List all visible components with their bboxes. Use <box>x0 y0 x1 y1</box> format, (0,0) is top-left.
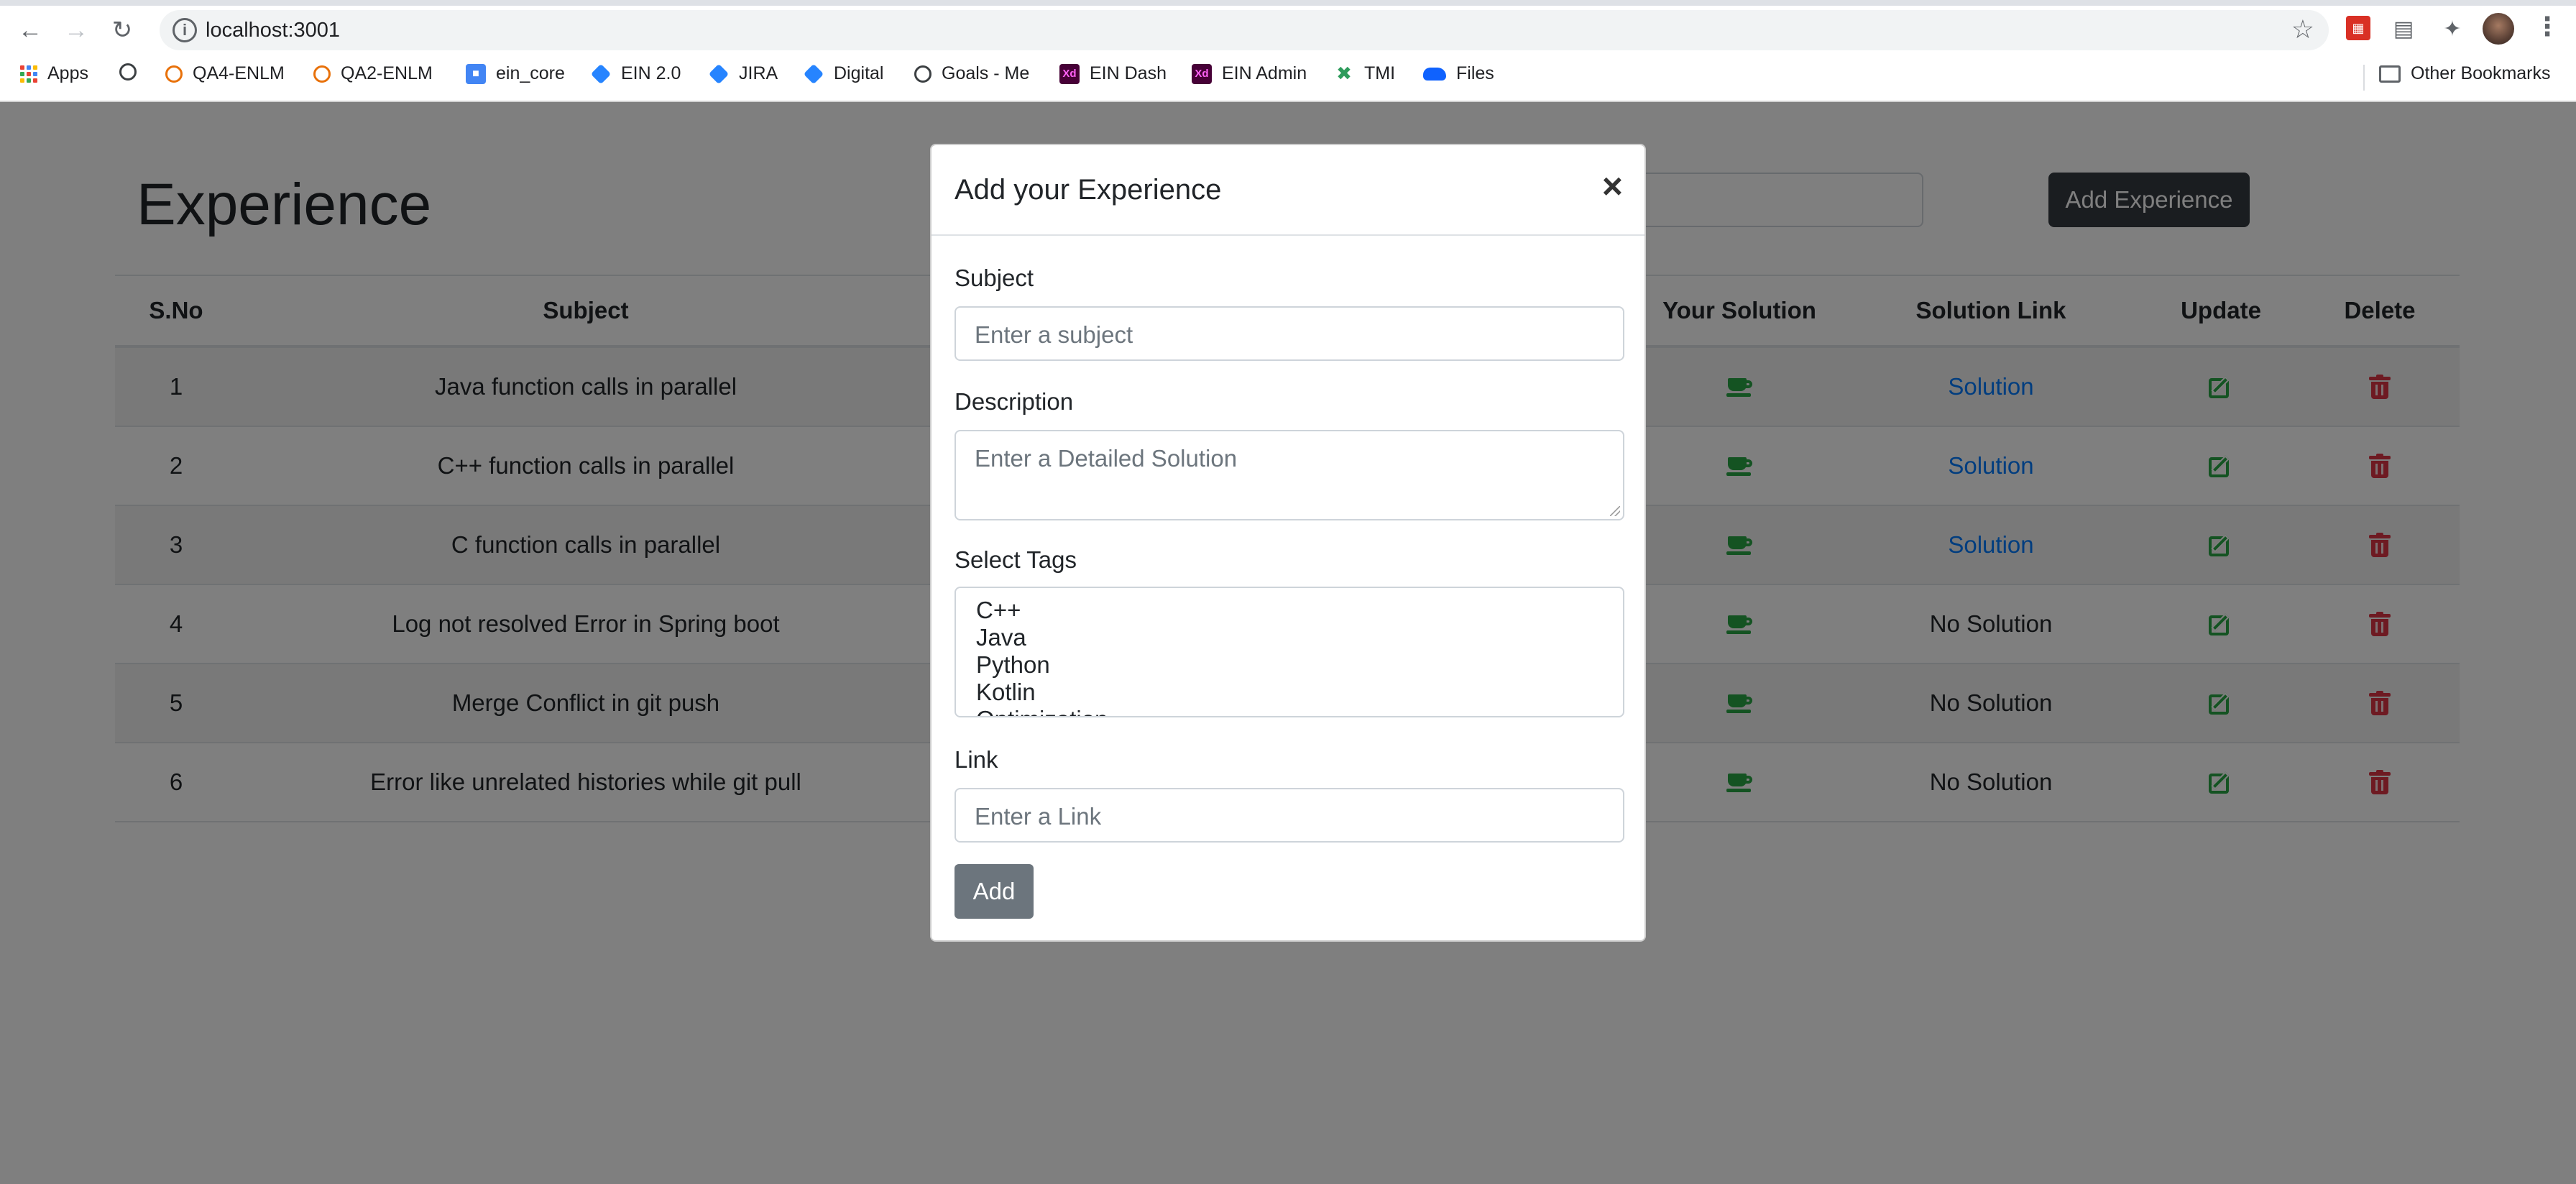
bookmark-apps[interactable]: Apps <box>20 63 88 84</box>
bookmark-label: Goals - Me <box>942 63 1030 83</box>
bookmark-label: QA4-ENLM <box>193 63 285 83</box>
bookmark-jira[interactable]: JIRA <box>708 63 778 84</box>
bookmark-ein2[interactable]: EIN 2.0 <box>590 63 681 84</box>
subject-placeholder: Enter a subject <box>975 321 1133 348</box>
cloud-icon <box>1423 67 1446 81</box>
bookmark-qa2[interactable]: QA2-ENLM <box>313 63 433 84</box>
xd-icon: Xd <box>1192 63 1212 84</box>
folder-icon <box>2379 65 2401 83</box>
link-input[interactable]: Enter a Link <box>954 788 1624 843</box>
globe-icon <box>119 63 137 81</box>
tag-option[interactable]: Python <box>976 651 1050 679</box>
bookmark-files[interactable]: Files <box>1423 63 1494 84</box>
bookmarks-divider <box>2363 65 2365 91</box>
add-button[interactable]: Add <box>954 864 1034 919</box>
bookmark-ein-core[interactable]: ■ ein_core <box>466 63 565 84</box>
browser-menu-icon[interactable]: ⋮ <box>2534 12 2560 42</box>
description-textarea[interactable]: Enter a Detailed Solution <box>954 430 1624 520</box>
site-info-icon[interactable]: i <box>172 18 197 42</box>
description-label: Description <box>954 388 1074 415</box>
page-content: Experience Add Experience S.No Subject Y… <box>0 102 2576 1184</box>
other-bookmarks[interactable]: Other Bookmarks <box>2379 63 2551 84</box>
extension-doc-icon[interactable]: ▤ <box>2389 14 2418 43</box>
globe-icon <box>914 65 932 83</box>
url-text: localhost:3001 <box>206 19 341 42</box>
bookmark-label: EIN Dash <box>1090 63 1167 83</box>
bookmark-label: Digital <box>834 63 884 83</box>
jira-icon <box>708 63 730 84</box>
tag-option[interactable]: Java <box>976 624 1026 651</box>
tags-label: Select Tags <box>954 546 1077 573</box>
jira-icon <box>803 63 824 84</box>
close-icon[interactable]: × <box>1602 168 1623 204</box>
tag-option[interactable]: C++ <box>976 597 1021 624</box>
tag-option[interactable]: Kotlin <box>976 679 1036 706</box>
jira-icon <box>590 63 612 84</box>
link-label: Link <box>954 746 998 773</box>
tags-multiselect[interactable]: C++ Java Python Kotlin Optimization <box>954 587 1624 717</box>
bookmark-star-icon[interactable]: ☆ <box>2291 14 2314 45</box>
profile-avatar[interactable] <box>2483 13 2514 45</box>
description-placeholder: Enter a Detailed Solution <box>975 445 1238 472</box>
address-bar[interactable]: i localhost:3001 ☆ <box>160 10 2329 50</box>
subject-input[interactable]: Enter a subject <box>954 306 1624 361</box>
extension-red-icon[interactable]: ▦ <box>2346 16 2370 40</box>
tab-strip <box>0 0 2576 6</box>
bookmark-label: Files <box>1456 63 1494 83</box>
reload-icon[interactable]: ↻ <box>105 13 139 47</box>
back-icon[interactable]: ← <box>13 13 47 47</box>
bookmark-label: EIN 2.0 <box>621 63 681 83</box>
modal-header: Add your Experience × <box>932 145 1644 236</box>
bookmark-label: QA2-ENLM <box>341 63 433 83</box>
xd-icon: Xd <box>1059 63 1080 84</box>
extensions-puzzle-icon[interactable]: ✦ <box>2438 14 2467 43</box>
bookmark-goals[interactable]: Goals - Me <box>914 63 1029 84</box>
modal-title: Add your Experience <box>954 174 1222 206</box>
ring-icon <box>313 65 331 83</box>
ring-icon <box>165 65 183 83</box>
bookmark-ein-admin[interactable]: Xd EIN Admin <box>1192 63 1307 84</box>
add-experience-modal: Add your Experience × Subject Enter a su… <box>930 144 1646 942</box>
tag-option[interactable]: Optimization <box>976 706 1108 716</box>
other-bookmarks-label: Other Bookmarks <box>2411 63 2551 83</box>
bookmarks-bar: Apps QA4-ENLM QA2-ENLM ■ ein_core EIN 2.… <box>0 60 2576 95</box>
bookmark-label: EIN Admin <box>1222 63 1307 83</box>
shield-icon: ■ <box>466 63 486 84</box>
bookmark-label: Apps <box>47 63 88 83</box>
bookmark-digital[interactable]: Digital <box>803 63 884 84</box>
bookmark-globe[interactable] <box>119 63 147 81</box>
subject-label: Subject <box>954 265 1034 291</box>
apps-grid-icon <box>20 65 37 83</box>
browser-chrome: ← → ↻ i localhost:3001 ☆ ▦ ▤ ✦ ⋮ Apps QA… <box>0 0 2576 102</box>
bookmark-label: JIRA <box>739 63 778 83</box>
bookmark-label: TMI <box>1364 63 1396 83</box>
bookmark-qa4[interactable]: QA4-ENLM <box>165 63 285 84</box>
forward-icon[interactable]: → <box>59 13 93 47</box>
bookmark-label: ein_core <box>496 63 565 83</box>
resize-handle-icon[interactable] <box>1610 506 1620 516</box>
bookmark-tmi[interactable]: ✖ TMI <box>1334 63 1395 84</box>
bookmark-ein-dash[interactable]: Xd EIN Dash <box>1059 63 1167 84</box>
link-placeholder: Enter a Link <box>975 803 1102 830</box>
x-icon: ✖ <box>1336 63 1352 84</box>
